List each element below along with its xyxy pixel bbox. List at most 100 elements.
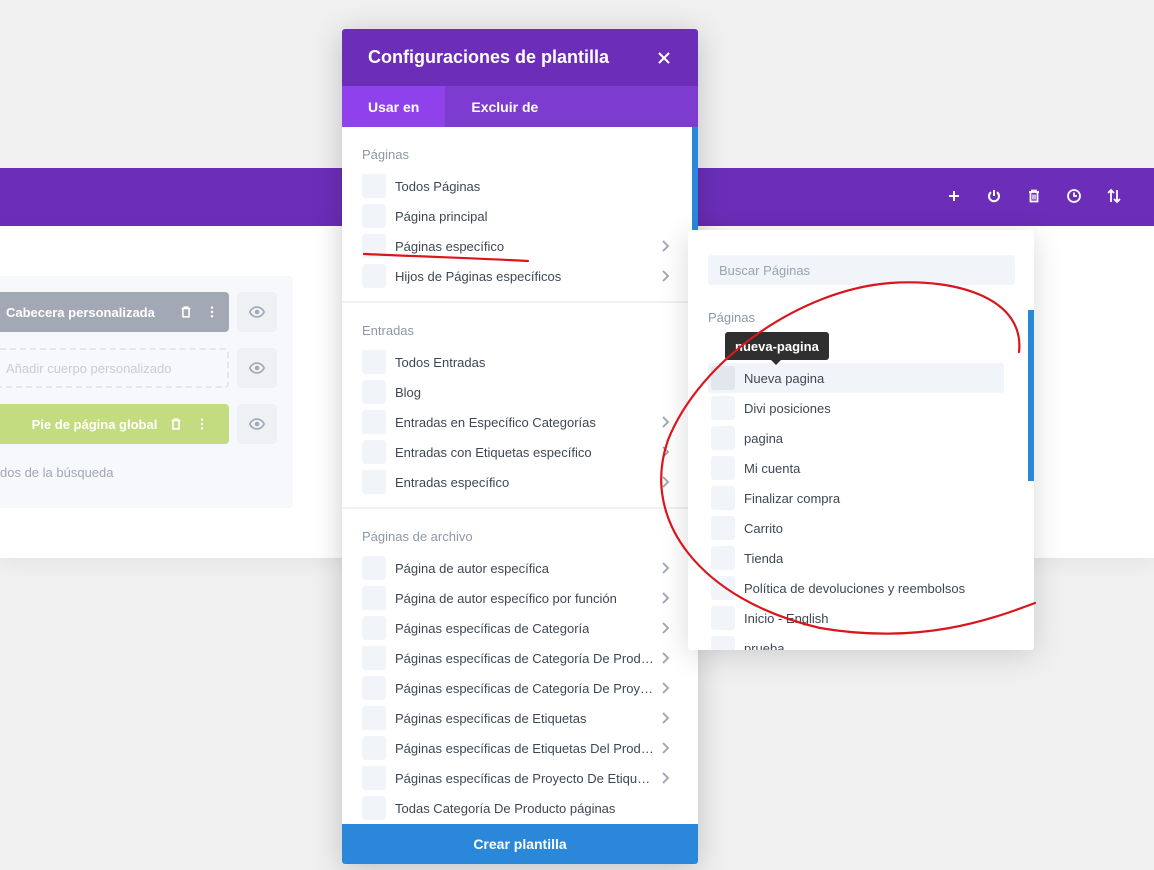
footer-row[interactable]: Pie de página global xyxy=(0,404,229,444)
option-label: Entradas específico xyxy=(395,474,510,490)
checkbox[interactable] xyxy=(711,636,735,650)
trash-icon[interactable] xyxy=(179,305,193,319)
list-item[interactable]: Inicio - English xyxy=(708,603,1004,633)
tab-usar-en[interactable]: Usar en xyxy=(342,86,446,127)
footer-visibility-button[interactable] xyxy=(237,404,277,444)
item-label: Finalizar compra xyxy=(744,490,841,506)
list-item[interactable]: Mi cuenta xyxy=(708,453,1004,483)
checkbox[interactable] xyxy=(362,616,386,640)
option-pagina-principal[interactable]: Página principal xyxy=(362,201,678,231)
option-categoria-proyecto[interactable]: Páginas específicas de Categoría De Proy… xyxy=(362,673,678,703)
option-autor-especifica[interactable]: Página de autor específica xyxy=(362,553,678,583)
checkbox[interactable] xyxy=(711,396,735,420)
chevron-right-icon[interactable] xyxy=(658,239,672,253)
item-label: Política de devoluciones y reembolsos xyxy=(744,580,966,596)
close-button[interactable] xyxy=(656,50,672,66)
checkbox[interactable] xyxy=(362,706,386,730)
checkbox[interactable] xyxy=(362,350,386,374)
option-entradas-especifico[interactable]: Entradas específico xyxy=(362,467,678,497)
checkbox[interactable] xyxy=(711,546,735,570)
checkbox[interactable] xyxy=(362,470,386,494)
chevron-right-icon[interactable] xyxy=(658,711,672,725)
option-entradas-etiquetas[interactable]: Entradas con Etiquetas específico xyxy=(362,437,678,467)
checkbox[interactable] xyxy=(711,576,735,600)
option-autor-funcion[interactable]: Página de autor específico por función xyxy=(362,583,678,613)
option-todos-entradas[interactable]: Todos Entradas xyxy=(362,347,678,377)
chevron-right-icon[interactable] xyxy=(658,651,672,665)
checkbox[interactable] xyxy=(362,586,386,610)
checkbox[interactable] xyxy=(711,366,735,390)
option-hijos-paginas[interactable]: Hijos de Páginas específicos xyxy=(362,261,678,291)
chevron-right-icon[interactable] xyxy=(658,475,672,489)
more-icon[interactable] xyxy=(195,417,209,431)
trash-icon[interactable] xyxy=(1024,186,1044,206)
flyout-scrollbar[interactable] xyxy=(1028,310,1034,481)
option-label: Páginas específico xyxy=(395,238,505,254)
chevron-right-icon[interactable] xyxy=(658,561,672,575)
checkbox[interactable] xyxy=(362,766,386,790)
checkbox[interactable] xyxy=(711,486,735,510)
chevron-right-icon[interactable] xyxy=(658,621,672,635)
option-paginas-especifico[interactable]: Páginas específico xyxy=(362,231,678,261)
chevron-right-icon[interactable] xyxy=(658,445,672,459)
checkbox[interactable] xyxy=(362,174,386,198)
checkbox[interactable] xyxy=(362,410,386,434)
option-todas-categoria-producto[interactable]: Todas Categoría De Producto páginas xyxy=(362,793,678,823)
chevron-right-icon[interactable] xyxy=(658,681,672,695)
checkbox[interactable] xyxy=(362,264,386,288)
list-item[interactable]: prueba xyxy=(708,633,1004,650)
list-item[interactable]: Carrito xyxy=(708,513,1004,543)
checkbox[interactable] xyxy=(711,606,735,630)
checkbox[interactable] xyxy=(362,234,386,258)
create-template-button[interactable]: Crear plantilla xyxy=(342,824,698,864)
trash-icon[interactable] xyxy=(169,417,183,431)
chevron-right-icon[interactable] xyxy=(658,415,672,429)
checkbox[interactable] xyxy=(362,796,386,820)
list-item[interactable]: Divi posiciones xyxy=(708,393,1004,423)
checkbox[interactable] xyxy=(711,426,735,450)
modal-header: Configuraciones de plantilla xyxy=(342,29,698,86)
toolbar-icons xyxy=(944,186,1124,206)
checkbox[interactable] xyxy=(362,676,386,700)
option-todos-paginas[interactable]: Todos Páginas xyxy=(362,171,678,201)
header-visibility-button[interactable] xyxy=(237,292,277,332)
more-icon[interactable] xyxy=(205,305,219,319)
chevron-right-icon[interactable] xyxy=(658,591,672,605)
search-pages-input[interactable] xyxy=(708,255,1015,285)
option-categoria[interactable]: Páginas específicas de Categoría xyxy=(362,613,678,643)
checkbox[interactable] xyxy=(362,646,386,670)
list-item[interactable]: Tienda xyxy=(708,543,1004,573)
option-label: Páginas específicas de Categoría De Proy… xyxy=(395,680,657,696)
item-label: Nueva pagina xyxy=(744,370,825,386)
power-icon[interactable] xyxy=(984,186,1004,206)
list-item[interactable]: Nueva pagina xyxy=(708,363,1004,393)
history-icon[interactable] xyxy=(1064,186,1084,206)
body-row[interactable]: Añadir cuerpo personalizado xyxy=(0,348,229,388)
body-visibility-button[interactable] xyxy=(237,348,277,388)
list-item[interactable]: Política de devoluciones y reembolsos xyxy=(708,573,1004,603)
option-etiquetas[interactable]: Páginas específicas de Etiquetas xyxy=(362,703,678,733)
chevron-right-icon[interactable] xyxy=(658,771,672,785)
option-categoria-producto[interactable]: Páginas específicas de Categoría De Prod… xyxy=(362,643,678,673)
checkbox[interactable] xyxy=(362,380,386,404)
plus-icon[interactable] xyxy=(944,186,964,206)
option-blog[interactable]: Blog xyxy=(362,377,678,407)
list-item[interactable]: pagina xyxy=(708,423,1004,453)
sort-icon[interactable] xyxy=(1104,186,1124,206)
checkbox[interactable] xyxy=(711,456,735,480)
checkbox[interactable] xyxy=(362,204,386,228)
checkbox[interactable] xyxy=(362,736,386,760)
checkbox[interactable] xyxy=(362,556,386,580)
option-proyecto-etiquetas[interactable]: Páginas específicas de Proyecto De Etiqu… xyxy=(362,763,678,793)
chevron-right-icon[interactable] xyxy=(658,741,672,755)
option-label: Todos Páginas xyxy=(395,178,481,194)
list-item[interactable]: Finalizar compra xyxy=(708,483,1004,513)
option-entradas-categorias[interactable]: Entradas en Específico Categorías xyxy=(362,407,678,437)
section-title: Páginas xyxy=(362,147,409,162)
option-etiquetas-producto[interactable]: Páginas específicas de Etiquetas Del Pro… xyxy=(362,733,678,763)
tab-excluir-de[interactable]: Excluir de xyxy=(445,86,564,127)
checkbox[interactable] xyxy=(711,516,735,540)
chevron-right-icon[interactable] xyxy=(658,269,672,283)
checkbox[interactable] xyxy=(362,440,386,464)
header-row[interactable]: Cabecera personalizada xyxy=(0,292,229,332)
